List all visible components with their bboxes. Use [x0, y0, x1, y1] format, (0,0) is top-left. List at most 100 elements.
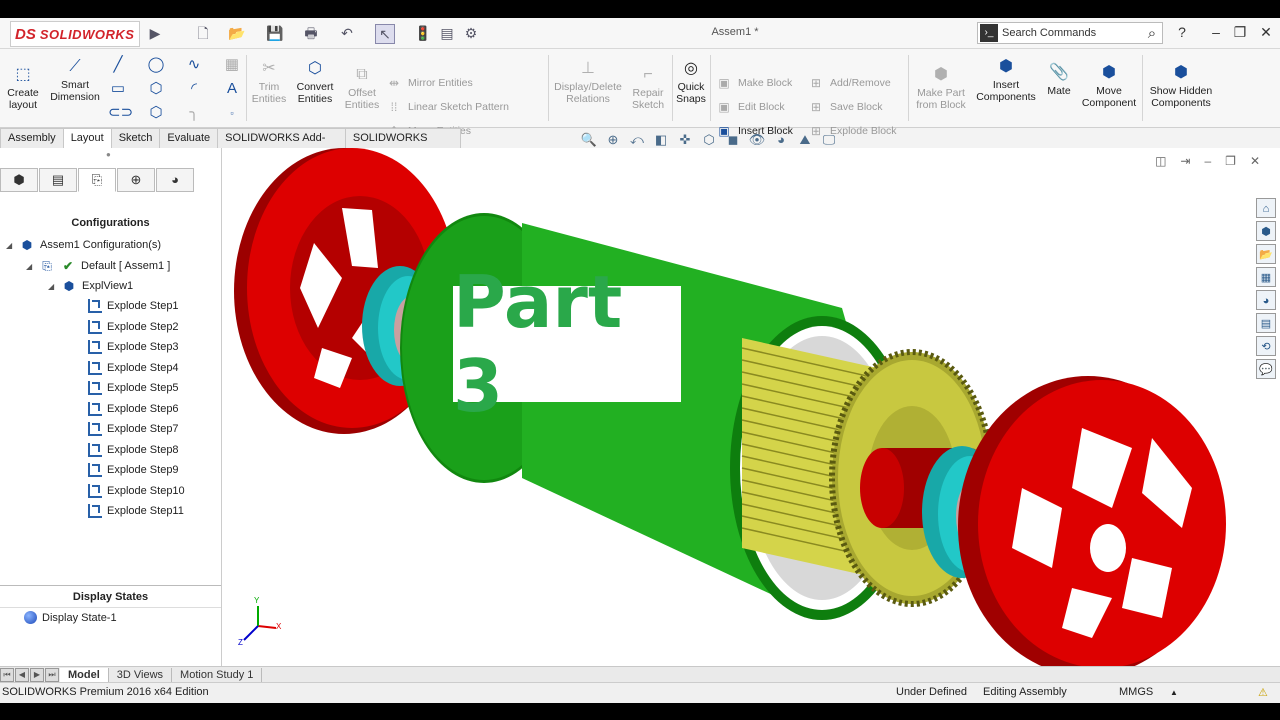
tab-sketch[interactable]: Sketch: [110, 128, 161, 148]
offset-entities-button[interactable]: ⧉ Offset Entities: [342, 65, 382, 111]
tab-3d-views[interactable]: 3D Views: [109, 667, 173, 683]
search-commands[interactable]: ›_ Search Commands ⌕: [977, 22, 1163, 44]
save-block-button[interactable]: ⊞ Save Block: [808, 99, 883, 115]
dynamic-annotation-icon[interactable]: ✜: [676, 131, 694, 149]
view-orientation-icon[interactable]: ⬡: [700, 131, 718, 149]
right-pulley[interactable]: [958, 376, 1226, 666]
tab-addins[interactable]: SOLIDWORKS Add-Ins: [217, 128, 346, 163]
tree-explode-step[interactable]: Explode Step4: [88, 361, 179, 375]
panel-divider[interactable]: [0, 585, 221, 586]
minimize-icon[interactable]: –: [1206, 24, 1226, 40]
hide-show-items-icon[interactable]: 👁: [748, 131, 766, 149]
tab-layout[interactable]: Layout: [62, 128, 112, 148]
unit-system[interactable]: MMGS: [1119, 686, 1153, 698]
display-style-icon[interactable]: ◼: [724, 131, 742, 149]
viewport-minimize-icon[interactable]: –: [1204, 154, 1211, 168]
custom-properties-icon[interactable]: ▤: [1256, 313, 1276, 333]
tree-explode-step[interactable]: Explode Step8: [88, 443, 179, 457]
last-tab-arrow-icon[interactable]: ⏭: [45, 668, 59, 682]
search-input[interactable]: Search Commands: [1002, 27, 1142, 39]
units-arrow-icon[interactable]: ▲: [1170, 688, 1178, 697]
design-library-icon[interactable]: ⬢: [1256, 221, 1276, 241]
options-gear-icon[interactable]: ⚙: [462, 24, 480, 42]
tree-explode-step[interactable]: Explode Step7: [88, 422, 179, 436]
section-view-icon[interactable]: ◧: [652, 131, 670, 149]
apply-scene-icon[interactable]: ⛰: [796, 131, 814, 149]
display-delete-relations-button[interactable]: ⊥ Display/Delete Relations: [552, 59, 624, 105]
tree-explode-step[interactable]: Explode Step2: [88, 320, 179, 334]
viewport-split-icon[interactable]: ◫: [1155, 154, 1166, 168]
point-icon[interactable]: ▫: [222, 103, 242, 123]
chat-icon[interactable]: 💬: [1256, 359, 1276, 379]
mirror-entities-button[interactable]: ⇹ Mirror Entities: [386, 75, 473, 91]
property-manager-tab-icon[interactable]: ▤: [39, 168, 77, 192]
zoom-to-fit-icon[interactable]: 🔍: [580, 131, 598, 149]
collapse-arrow-icon[interactable]: ◢: [26, 262, 34, 271]
new-document-icon[interactable]: 🗋: [194, 24, 212, 42]
convert-entities-button[interactable]: ⬡ Convert Entities: [292, 59, 338, 105]
text-icon[interactable]: A: [222, 79, 242, 99]
tree-default-config[interactable]: ◢ ⎘ ✔ Default [ Assem1 ]: [26, 258, 170, 274]
dimxpert-tab-icon[interactable]: ⊕: [117, 168, 155, 192]
restore-icon[interactable]: ❐: [1230, 24, 1250, 41]
tab-mbd[interactable]: SOLIDWORKS MBD: [344, 128, 461, 163]
view-palette-icon[interactable]: ▦: [1256, 267, 1276, 287]
collapse-arrow-icon[interactable]: ◢: [48, 282, 56, 291]
close-icon[interactable]: ✕: [1256, 24, 1276, 41]
prev-tab-arrow-icon[interactable]: ◀: [15, 668, 29, 682]
file-explorer-icon[interactable]: 📂: [1256, 244, 1276, 264]
trim-entities-button[interactable]: ✂ Trim Entities: [250, 59, 288, 105]
tree-explode-step[interactable]: Explode Step6: [88, 402, 179, 416]
display-manager-tab-icon[interactable]: ◕: [156, 168, 194, 192]
arc-icon[interactable]: ◜: [184, 79, 204, 99]
tree-explview[interactable]: ◢ ⬢ ExplView1: [48, 278, 133, 294]
tree-root[interactable]: ◢ ⬢ Assem1 Configuration(s): [6, 237, 161, 253]
create-layout-button[interactable]: ⬚ Create layout: [4, 65, 42, 111]
assembly-model[interactable]: [222, 148, 1280, 666]
quick-snaps-button[interactable]: ◎ Quick Snaps: [674, 59, 708, 105]
solidworks-resources-icon[interactable]: ⌂: [1256, 198, 1276, 218]
appearances-icon[interactable]: ◕: [1256, 290, 1276, 310]
viewport-next-icon[interactable]: ⇥: [1180, 154, 1190, 168]
tree-explode-step[interactable]: Explode Step11: [88, 504, 184, 518]
view-settings-icon[interactable]: 🖵: [820, 131, 838, 149]
first-tab-arrow-icon[interactable]: ⏮: [0, 668, 14, 682]
panel-grip-icon[interactable]: ●: [106, 150, 111, 159]
tree-explode-step[interactable]: Explode Step1: [88, 299, 179, 313]
help-icon[interactable]: ?: [1172, 24, 1192, 40]
rectangle-icon[interactable]: ▭: [108, 79, 128, 99]
tree-explode-step[interactable]: Explode Step5: [88, 381, 179, 395]
menu-expand-icon[interactable]: ▶: [146, 24, 164, 42]
undo-icon[interactable]: ↶: [338, 24, 356, 42]
graphics-area[interactable]: Part 3 ◫ ⇥ – ❐ ✕ ⌂ ⬢ 📂 ▦ ◕ ▤ ⟲ 💬 X Y Z: [222, 148, 1280, 666]
rebuild-status-icon[interactable]: ⚠: [1258, 686, 1268, 699]
tab-assembly[interactable]: Assembly: [0, 128, 64, 148]
solidworks-forum-icon[interactable]: ⟲: [1256, 336, 1276, 356]
edit-block-button[interactable]: ▣ Edit Block: [716, 99, 784, 115]
spline-icon[interactable]: ∿: [184, 55, 204, 75]
slot-straight-icon[interactable]: ⊂⊃: [108, 103, 133, 123]
linear-sketch-pattern-button[interactable]: ⁞⁞ Linear Sketch Pattern: [386, 99, 509, 115]
mate-button[interactable]: 📎 Mate: [1042, 63, 1076, 97]
insert-components-button[interactable]: ⬢ Insert Components: [974, 57, 1038, 103]
print-icon[interactable]: 🖶: [302, 24, 320, 42]
move-component-button[interactable]: ⬢ Move Component: [1080, 63, 1138, 109]
line-icon[interactable]: ╱: [108, 55, 128, 75]
tree-explode-step[interactable]: Explode Step9: [88, 463, 179, 477]
viewport-restore-icon[interactable]: ❐: [1225, 154, 1236, 168]
next-tab-arrow-icon[interactable]: ▶: [30, 668, 44, 682]
fillet-icon[interactable]: ╮: [184, 103, 204, 123]
make-block-button[interactable]: ▣ Make Block: [716, 75, 792, 91]
save-icon[interactable]: 💾: [266, 24, 284, 42]
slot-icon[interactable]: ⬡: [146, 79, 166, 99]
feature-manager-tab-icon[interactable]: ⬢: [0, 168, 38, 192]
solidworks-logo[interactable]: DS SOLIDWORKS: [10, 21, 140, 47]
grid-icon[interactable]: ▦: [222, 55, 242, 75]
configuration-manager-tab-icon[interactable]: ⎘: [78, 168, 116, 192]
repair-sketch-button[interactable]: ⌐ Repair Sketch: [628, 65, 668, 111]
display-state-item[interactable]: Display State-1: [24, 611, 117, 624]
tab-model[interactable]: Model: [60, 667, 109, 683]
search-icon[interactable]: ⌕: [1142, 25, 1162, 42]
open-icon[interactable]: 📂: [228, 24, 246, 42]
show-hidden-components-button[interactable]: ⬢ Show Hidden Components: [1148, 63, 1214, 109]
